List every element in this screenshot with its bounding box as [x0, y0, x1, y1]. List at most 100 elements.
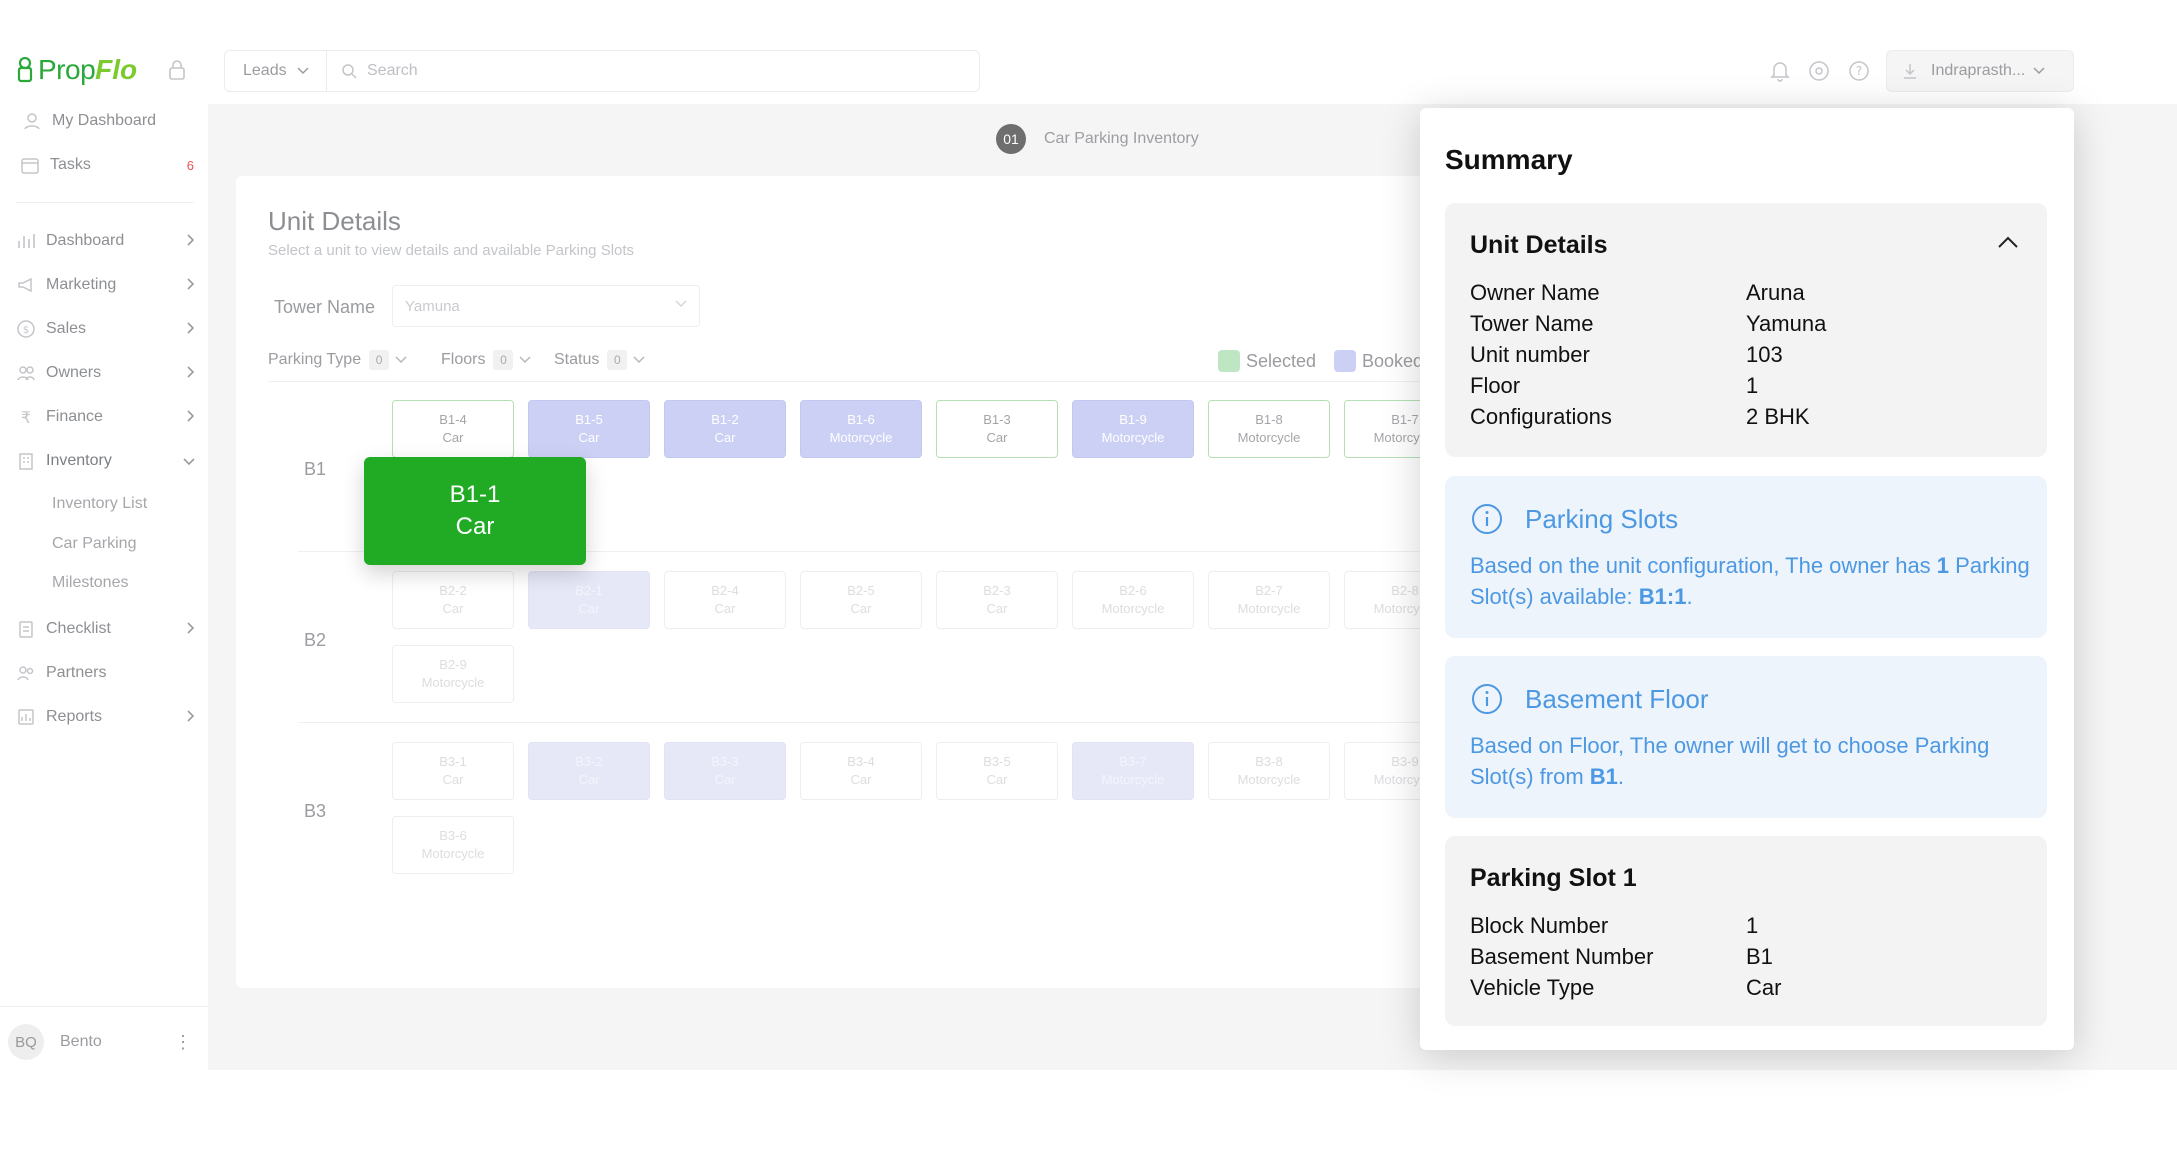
- parking-slot-b3-2[interactable]: B3-2 Car: [528, 742, 650, 800]
- parking-slot-b1-8[interactable]: B1-8 Motorcycle: [1208, 400, 1330, 458]
- settings-icon[interactable]: [1808, 60, 1830, 82]
- slot-id: B1-2: [711, 412, 739, 427]
- sidebar: PropFlo My Dashboard My Dashboard Tasks …: [0, 0, 208, 1151]
- chevron-right-icon: [187, 278, 195, 290]
- sidebar-item-marketing[interactable]: Marketing: [16, 273, 196, 297]
- slot-type: Motorcycle: [421, 846, 485, 861]
- parking-slot-b2-4[interactable]: B2-4 Car: [664, 571, 786, 629]
- tower-name-select[interactable]: Yamuna: [392, 285, 700, 327]
- bell-icon[interactable]: [1770, 60, 1790, 82]
- sidebar-item-checklist[interactable]: Checklist: [16, 617, 196, 641]
- chevron-right-icon: [187, 366, 195, 378]
- module-select-value: Leads: [243, 62, 287, 79]
- sidebar-item-reports[interactable]: Reports: [16, 705, 196, 729]
- help-icon[interactable]: ?: [1848, 60, 1870, 82]
- slot-type: Motorcycle: [1101, 601, 1165, 616]
- chevron-right-icon: [187, 322, 195, 334]
- sidebar-item-partners[interactable]: Partners: [16, 661, 196, 685]
- slot-id: B2-3: [983, 583, 1011, 598]
- sidebar-item-sales[interactable]: $ Sales: [16, 317, 196, 341]
- slot-type: Car: [986, 430, 1008, 445]
- parking-slot-b1-4[interactable]: B1-4 Car: [392, 400, 514, 458]
- users-icon: [17, 366, 35, 381]
- sidebar-item-owners[interactable]: Owners: [16, 361, 196, 385]
- module-select[interactable]: Leads: [224, 50, 327, 92]
- parking-slot-b1-5[interactable]: B1-5 Car: [528, 400, 650, 458]
- sidebar-item-label: Sales: [46, 320, 87, 337]
- slot-id: B2-2: [439, 583, 467, 598]
- lock-icon[interactable]: [168, 60, 186, 85]
- summary-title: Summary: [1445, 144, 1573, 175]
- sidebar-item-my-dashboard[interactable]: My Dashboard: [22, 109, 202, 133]
- filter-label: Parking Type: [268, 351, 362, 368]
- parking-slot-b1-3[interactable]: B1-3 Car: [936, 400, 1058, 458]
- sidebar-item-label: My Dashboard: [52, 112, 157, 129]
- sidebar-item-label: Checklist: [46, 620, 111, 637]
- parking-slot-b2-7[interactable]: B2-7 Motorcycle: [1208, 571, 1330, 629]
- field-key: Tower Name: [1470, 311, 1594, 336]
- propflo-logo[interactable]: Prop Flo: [16, 54, 137, 86]
- parking-slot-b2-9[interactable]: B2-9 Motorcycle: [392, 645, 514, 703]
- chevron-right-icon: [187, 710, 195, 722]
- slot-type: Motorcycle: [1237, 772, 1301, 787]
- parking-slot-b3-4[interactable]: B3-4 Car: [800, 742, 922, 800]
- sidebar-subitem-car-parking[interactable]: Car Parking: [52, 535, 136, 553]
- parking-slot-b3-8[interactable]: B3-8 Motorcycle: [1208, 742, 1330, 800]
- filter-parking-type[interactable]: Parking Type 0: [268, 350, 407, 370]
- sidebar-subitem-inventory-list[interactable]: Inventory List: [52, 495, 147, 513]
- chevron-up-icon[interactable]: [1997, 235, 2019, 249]
- sidebar-subitem-milestones[interactable]: Milestones: [52, 574, 128, 592]
- parking-slot-b3-6[interactable]: B3-6 Motorcycle: [392, 816, 514, 874]
- field-value: Aruna: [1746, 280, 1805, 305]
- field-value: Car: [1746, 975, 1782, 1000]
- checklist-icon: [19, 621, 33, 638]
- parking-slot-b3-3[interactable]: B3-3 Car: [664, 742, 786, 800]
- user-icon: [24, 113, 40, 130]
- parking-slot-b2-1[interactable]: B2-1 Car: [528, 571, 650, 629]
- slot-type: Car: [442, 601, 464, 616]
- search-input[interactable]: Search: [326, 50, 980, 92]
- sidebar-item-inventory[interactable]: Inventory: [16, 449, 196, 473]
- parking-slot-b2-5[interactable]: B2-5 Car: [800, 571, 922, 629]
- slot-id: B3-3: [711, 754, 739, 769]
- field-value: Yamuna: [1746, 311, 1827, 336]
- filter-status[interactable]: Status 0: [554, 350, 645, 370]
- slot-id: B3-4: [847, 754, 875, 769]
- slot-type: Motorcycle: [1237, 601, 1301, 616]
- parking-slot-b1-6[interactable]: B1-6 Motorcycle: [800, 400, 922, 458]
- parking-slot-b2-3[interactable]: B2-3 Car: [936, 571, 1058, 629]
- parking-slots-title: Parking Slots: [1525, 504, 1679, 534]
- sidebar-item-label: Marketing: [46, 276, 117, 293]
- selected-parking-slot[interactable]: B1-1 Car: [364, 457, 586, 565]
- sidebar-item-label: Finance: [46, 408, 103, 425]
- sidebar-item-tasks[interactable]: My Dashboard Tasks 6: [20, 153, 200, 177]
- selected-slot-id: B1-1: [449, 481, 501, 508]
- sidebar-item-finance[interactable]: ₹ Finance: [16, 405, 196, 429]
- user-menu[interactable]: BQ Bento ⋮: [8, 1024, 200, 1060]
- parking-slot-b2-2[interactable]: B2-2 Car: [392, 571, 514, 629]
- parking-slot-b3-1[interactable]: B3-1 Car: [392, 742, 514, 800]
- rupee-icon: ₹: [21, 408, 31, 427]
- parking-slot-b1-9[interactable]: B1-9 Motorcycle: [1072, 400, 1194, 458]
- legend-booked: Booked: [1334, 350, 1423, 372]
- slot-id: B1-3: [983, 412, 1011, 427]
- slot-id: B3-9: [1391, 754, 1419, 769]
- field-key: Configurations: [1470, 404, 1612, 429]
- account-switcher[interactable]: Indraprasth...: [1886, 50, 2074, 92]
- slot-type: Car: [986, 601, 1008, 616]
- slot-type: Car: [578, 430, 600, 445]
- field-value: 103: [1746, 342, 1783, 367]
- filter-floors[interactable]: Floors 0: [441, 350, 531, 370]
- slot-type: Car: [714, 430, 736, 445]
- slot-id: B3-2: [575, 754, 603, 769]
- sidebar-item-dashboard[interactable]: Dashboard: [16, 229, 196, 253]
- slot-type: Motorcycle: [1101, 772, 1165, 787]
- parking-slot-b3-7[interactable]: B3-7 Motorcycle: [1072, 742, 1194, 800]
- step-number: 01: [996, 124, 1026, 154]
- slot-type: Car: [714, 772, 736, 787]
- parking-slot-b3-5[interactable]: B3-5 Car: [936, 742, 1058, 800]
- parking-slot-b1-2[interactable]: B1-2 Car: [664, 400, 786, 458]
- slot-id: B1-7: [1391, 412, 1419, 427]
- parking-slot-b2-6[interactable]: B2-6 Motorcycle: [1072, 571, 1194, 629]
- more-vertical-icon[interactable]: ⋮: [174, 1032, 192, 1053]
